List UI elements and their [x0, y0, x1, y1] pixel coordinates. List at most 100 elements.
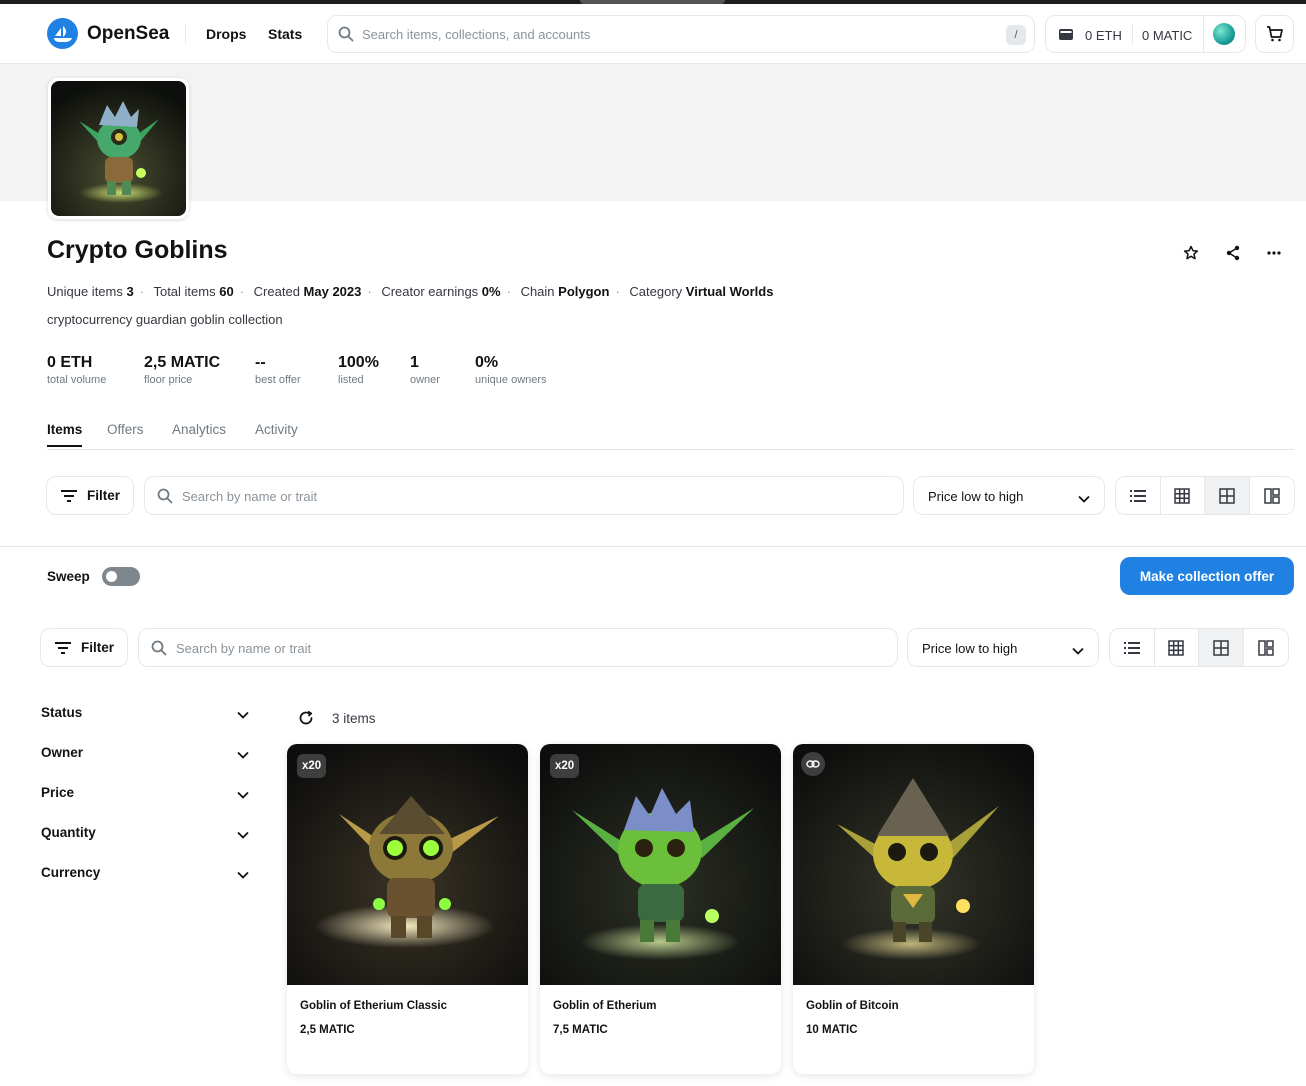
- meta-total-items: Total items 60: [153, 284, 234, 299]
- nft-price: 7,5 MATIC: [553, 1024, 608, 1036]
- view-mode-toggle: [1115, 476, 1295, 515]
- nft-image: [793, 744, 1034, 985]
- items-toolbar-sticky: Filter Search by name or trait Price low…: [0, 628, 1306, 668]
- meta-category: Category Virtual Worlds: [629, 284, 774, 299]
- nft-name: Goblin of Bitcoin: [806, 1000, 899, 1012]
- grid-large-icon[interactable]: [1205, 477, 1250, 514]
- collection-banner: [0, 64, 1306, 201]
- wallet-separator: [1132, 25, 1133, 45]
- stat-total-volume: 0 ETH total volume: [47, 354, 107, 386]
- tab-items[interactable]: Items: [47, 422, 82, 437]
- tab-offers[interactable]: Offers: [107, 422, 144, 437]
- cart-button[interactable]: [1255, 15, 1294, 53]
- collection-title: Crypto Goblins: [47, 236, 228, 264]
- nft-card[interactable]: Goblin of Bitcoin 10 MATIC: [793, 744, 1034, 1074]
- filter-owner[interactable]: Owner: [41, 742, 251, 762]
- meta-separator-dot: ·: [139, 284, 145, 299]
- nft-card[interactable]: x20 Goblin of Etherium 7,5 MATIC: [540, 744, 781, 1074]
- edition-badge: x20: [297, 754, 327, 778]
- filter-button[interactable]: Filter: [40, 628, 128, 667]
- wallet-icon: [1058, 28, 1074, 46]
- filter-button[interactable]: Filter: [46, 476, 134, 515]
- link-icon: [801, 752, 825, 776]
- stat-floor-price: 2,5 MATIC floor price: [144, 354, 221, 386]
- list-view-icon[interactable]: [1116, 477, 1161, 514]
- search-icon: [157, 488, 173, 509]
- chevron-down-icon: [1072, 642, 1084, 660]
- search-icon: [338, 26, 354, 47]
- section-divider: [0, 546, 1306, 547]
- filter-icon: [61, 489, 77, 502]
- items-count: 3 items: [332, 711, 376, 726]
- chevron-down-icon: [237, 786, 249, 804]
- search-icon: [151, 640, 167, 661]
- filter-quantity[interactable]: Quantity: [41, 822, 251, 842]
- edition-badge: x20: [550, 754, 580, 778]
- collection-tabs: Items Offers Analytics Activity: [47, 422, 1294, 450]
- chevron-down-icon: [237, 866, 249, 884]
- wallet-balance-button[interactable]: 0 ETH 0 MATIC: [1045, 15, 1246, 53]
- sweep-label: Sweep: [47, 569, 90, 584]
- collection-description: cryptocurrency guardian goblin collectio…: [47, 312, 283, 327]
- filter-status[interactable]: Status: [41, 702, 251, 722]
- top-header: OpenSea Drops Stats Search items, collec…: [0, 4, 1306, 64]
- meta-separator-dot: ·: [239, 284, 245, 299]
- collection-logo-image: [48, 78, 189, 219]
- meta-creator-earnings: Creator earnings 0%: [381, 284, 501, 299]
- more-options-icon[interactable]: [1265, 244, 1283, 262]
- opensea-logo[interactable]: OpenSea: [47, 18, 169, 49]
- active-tab-indicator: [47, 445, 82, 447]
- sort-dropdown[interactable]: Price low to high: [913, 476, 1105, 515]
- stat-listed: 100% listed: [338, 354, 379, 386]
- sweep-toggle[interactable]: [102, 567, 140, 586]
- grid-large-icon[interactable]: [1199, 629, 1244, 666]
- grid-small-icon[interactable]: [1161, 477, 1205, 514]
- global-search-placeholder: Search items, collections, and accounts: [362, 27, 591, 42]
- chevron-down-icon: [237, 706, 249, 724]
- grid-small-icon[interactable]: [1155, 629, 1199, 666]
- profile-avatar[interactable]: [1213, 23, 1235, 45]
- mosaic-view-icon[interactable]: [1244, 629, 1288, 666]
- stat-unique-owners: 0% unique owners: [475, 354, 547, 386]
- nav-stats[interactable]: Stats: [268, 26, 302, 42]
- nft-image: x20: [287, 744, 528, 985]
- favorite-star-icon[interactable]: [1182, 244, 1200, 262]
- trait-search-input[interactable]: Search by name or trait: [144, 476, 904, 515]
- wallet-eth-balance: 0 ETH: [1085, 28, 1122, 43]
- nft-price: 2,5 MATIC: [300, 1024, 355, 1036]
- meta-separator-dot: ·: [506, 284, 511, 299]
- nav-drops[interactable]: Drops: [206, 26, 246, 42]
- view-mode-toggle: [1109, 628, 1289, 667]
- make-collection-offer-button[interactable]: Make collection offer: [1120, 557, 1294, 595]
- filter-icon: [55, 641, 71, 654]
- nft-price: 10 MATIC: [806, 1024, 858, 1036]
- filter-currency[interactable]: Currency: [41, 862, 251, 882]
- mosaic-view-icon[interactable]: [1250, 477, 1294, 514]
- stat-best-offer: -- best offer: [255, 354, 301, 386]
- share-icon[interactable]: [1224, 244, 1242, 262]
- meta-chain: Chain Polygon: [520, 284, 610, 299]
- meta-separator-dot: ·: [615, 284, 620, 299]
- brand-name: OpenSea: [87, 22, 170, 44]
- chevron-down-icon: [237, 746, 249, 764]
- tab-activity[interactable]: Activity: [255, 422, 298, 437]
- collection-meta: Unique items 3 · Total items 60 · Created …: [47, 284, 773, 299]
- tab-analytics[interactable]: Analytics: [172, 422, 226, 437]
- nft-card[interactable]: x20 Goblin of Etherium Classic 2,5 MATIC: [287, 744, 528, 1074]
- trait-search-input[interactable]: Search by name or trait: [138, 628, 898, 667]
- list-view-icon[interactable]: [1110, 629, 1155, 666]
- refresh-icon[interactable]: [298, 710, 314, 731]
- meta-unique-items: Unique items 3: [47, 284, 134, 299]
- opensea-logo-icon: [47, 18, 78, 49]
- chevron-down-icon: [1078, 490, 1090, 508]
- chevron-down-icon: [237, 826, 249, 844]
- global-search-input[interactable]: Search items, collections, and accounts …: [327, 15, 1035, 53]
- wallet-matic-balance: 0 MATIC: [1142, 28, 1193, 43]
- filter-price[interactable]: Price: [41, 782, 251, 802]
- sort-dropdown[interactable]: Price low to high: [907, 628, 1099, 667]
- meta-created: Created May 2023: [253, 284, 362, 299]
- nft-name: Goblin of Etherium: [553, 1000, 657, 1012]
- toggle-knob: [106, 571, 117, 582]
- search-shortcut-key: /: [1006, 25, 1026, 45]
- meta-separator-dot: ·: [367, 284, 372, 299]
